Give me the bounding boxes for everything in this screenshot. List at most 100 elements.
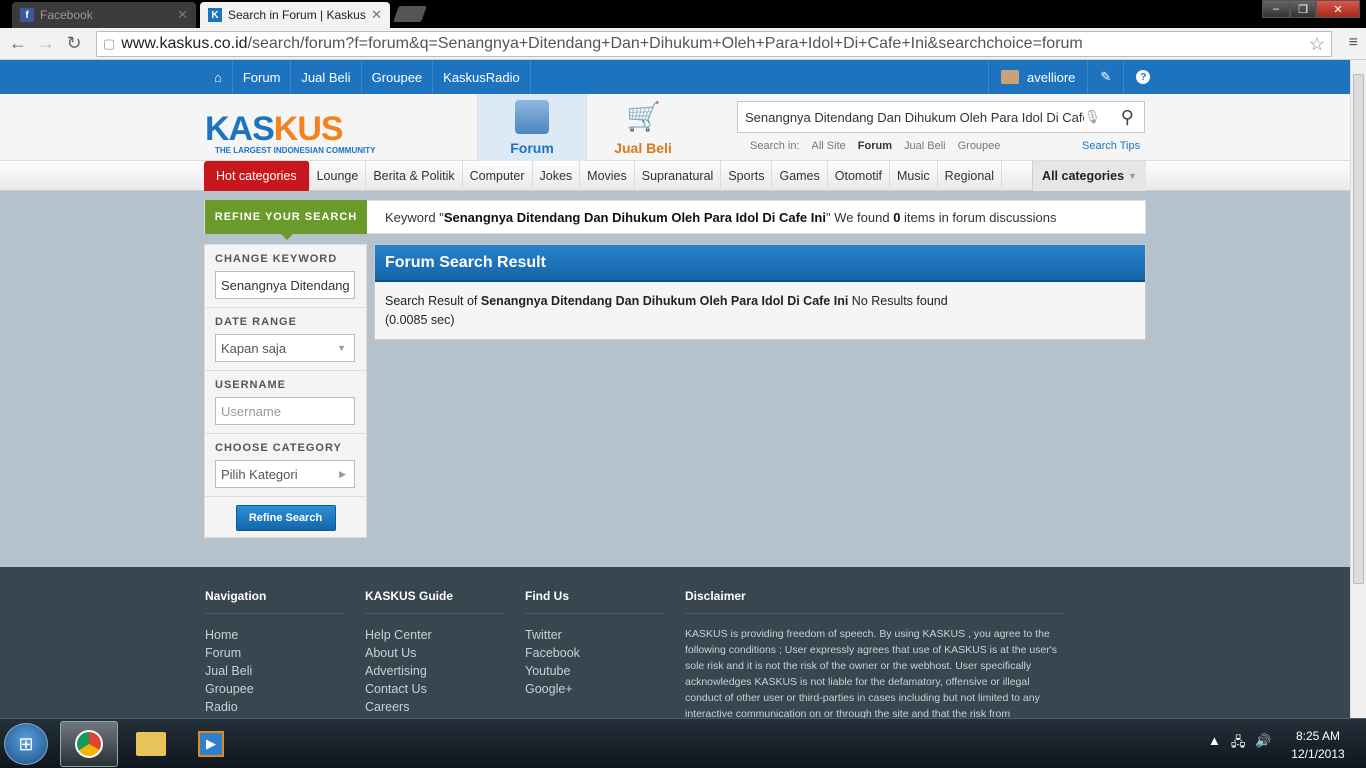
page-scrollbar[interactable] bbox=[1350, 60, 1366, 718]
category-movies[interactable]: Movies bbox=[580, 161, 635, 191]
category-sports[interactable]: Sports bbox=[721, 161, 773, 191]
category-music[interactable]: Music bbox=[890, 161, 938, 191]
results-title: Forum Search Result bbox=[375, 245, 1145, 282]
refine-bar: REFINE YOUR SEARCH Keyword "Senangnya Di… bbox=[204, 200, 1146, 240]
search-scope-all-site[interactable]: All Site bbox=[812, 140, 846, 152]
nav-groupee[interactable]: Groupee bbox=[362, 60, 434, 94]
category-games[interactable]: Games bbox=[772, 161, 828, 191]
jualbeli-section-tab[interactable]: 🛒 Jual Beli bbox=[588, 94, 698, 161]
close-window-button[interactable]: ✕ bbox=[1316, 0, 1360, 18]
footer-link-home[interactable]: Home bbox=[205, 626, 345, 644]
microphone-icon[interactable]: 🎙 bbox=[1084, 109, 1101, 125]
footer-link-help-center[interactable]: Help Center bbox=[365, 626, 505, 644]
search-scope-forum[interactable]: Forum bbox=[858, 140, 892, 152]
folder-taskbar-icon[interactable] bbox=[122, 721, 180, 767]
web-page: ⌂ Forum Jual Beli Groupee KaskusRadio av… bbox=[0, 60, 1350, 718]
search-tips-link[interactable]: Search Tips bbox=[1082, 140, 1140, 152]
kaskus-favicon-icon: K bbox=[208, 8, 222, 22]
search-icon[interactable]: ⚲ bbox=[1111, 107, 1144, 128]
footer-link-youtube[interactable]: Youtube bbox=[525, 662, 665, 680]
new-tab-button[interactable] bbox=[393, 6, 427, 22]
category-bar: Hot categories Lounge Berita & Politik C… bbox=[0, 161, 1350, 191]
facebook-icon: f bbox=[20, 8, 34, 22]
help-icon[interactable]: ? bbox=[1123, 60, 1162, 94]
volume-icon[interactable]: 🔊 bbox=[1255, 733, 1271, 755]
search-scope-jual-beli[interactable]: Jual Beli bbox=[904, 140, 946, 152]
nav-jual-beli[interactable]: Jual Beli bbox=[291, 60, 362, 94]
taskbar-clock[interactable]: 8:25 AM 12/1/2013 bbox=[1282, 727, 1354, 763]
tab-facebook[interactable]: f Facebook ✕ bbox=[12, 2, 196, 28]
windows-taskbar: ⊞ ▶ ▲ 🖧 🔊 8:25 AM 12/1/2013 bbox=[0, 718, 1366, 768]
footer-disclaimer-title: Disclaimer bbox=[685, 589, 1065, 614]
forward-icon[interactable]: → bbox=[32, 33, 60, 54]
category-lounge[interactable]: Lounge bbox=[310, 161, 367, 191]
minimize-button[interactable]: – bbox=[1262, 0, 1290, 18]
system-tray: ▲ 🖧 🔊 bbox=[1208, 733, 1272, 755]
reload-icon[interactable]: ↻ bbox=[60, 33, 88, 54]
user-menu[interactable]: avelliore bbox=[988, 60, 1087, 94]
clock-date: 12/1/2013 bbox=[1291, 747, 1345, 761]
footer-link-facebook[interactable]: Facebook bbox=[525, 644, 665, 662]
search-scope-groupee[interactable]: Groupee bbox=[958, 140, 1001, 152]
network-icon[interactable]: 🖧 bbox=[1231, 733, 1246, 755]
caret-down-icon: ▼ bbox=[1128, 171, 1137, 181]
address-bar[interactable]: ▢ www.kaskus.co.id/search/forum?f=forum&… bbox=[96, 31, 1332, 57]
footer-link-about-us[interactable]: About Us bbox=[365, 644, 505, 662]
kaskus-logo[interactable]: KASKUS THE LARGEST INDONESIAN COMMUNITY bbox=[205, 110, 375, 155]
date-range-select[interactable]: Kapan saja ▼ bbox=[215, 334, 355, 362]
forum-icon bbox=[515, 100, 549, 134]
nav-kaskusradio[interactable]: KaskusRadio bbox=[433, 60, 531, 94]
media-player-taskbar-icon[interactable]: ▶ bbox=[182, 721, 240, 767]
show-hidden-icons[interactable]: ▲ bbox=[1208, 733, 1221, 755]
keyword-input[interactable]: Senangnya Ditendang bbox=[215, 271, 355, 299]
footer-link-jual-beli[interactable]: Jual Beli bbox=[205, 662, 345, 680]
results-prefix: Search Result of bbox=[385, 294, 481, 308]
chrome-taskbar-icon[interactable] bbox=[60, 721, 118, 767]
search-input[interactable]: Senangnya Ditendang Dan Dihukum Oleh Par… bbox=[737, 101, 1145, 133]
category-berita-politik[interactable]: Berita & Politik bbox=[366, 161, 463, 191]
category-jokes[interactable]: Jokes bbox=[533, 161, 581, 191]
date-range-value: Kapan saja bbox=[221, 340, 287, 356]
category-supranatural[interactable]: Supranatural bbox=[635, 161, 722, 191]
footer-link-groupee[interactable]: Groupee bbox=[205, 680, 345, 698]
refine-search-button[interactable]: Refine Search bbox=[235, 505, 336, 531]
site-footer: Navigation Home Forum Jual Beli Groupee … bbox=[0, 567, 1350, 718]
back-icon[interactable]: ← bbox=[4, 33, 32, 54]
forum-section-tab[interactable]: Forum bbox=[477, 94, 587, 161]
username-title: USERNAME bbox=[215, 379, 286, 391]
all-categories-dropdown[interactable]: All categories ▼ bbox=[1032, 161, 1146, 191]
footer-link-twitter[interactable]: Twitter bbox=[525, 626, 665, 644]
tab-label: Search in Forum | Kaskus bbox=[228, 8, 366, 22]
keyword-suffix: items in forum discussions bbox=[900, 209, 1057, 225]
maximize-button[interactable]: ❐ bbox=[1290, 0, 1316, 18]
nav-forum[interactable]: Forum bbox=[233, 60, 292, 94]
footer-link-careers[interactable]: Careers bbox=[365, 698, 505, 716]
category-select[interactable]: Pilih Kategori ▶ bbox=[215, 460, 355, 488]
pencil-icon[interactable]: ✎ bbox=[1087, 60, 1123, 94]
keyword-prefix: Keyword " bbox=[385, 209, 444, 225]
scrollbar-thumb[interactable] bbox=[1353, 74, 1364, 584]
close-icon[interactable]: ✕ bbox=[177, 7, 188, 23]
close-icon[interactable]: ✕ bbox=[371, 7, 382, 23]
category-value: Pilih Kategori bbox=[221, 466, 298, 482]
footer-link-google-plus[interactable]: Google+ bbox=[525, 680, 665, 698]
footer-link-advertising[interactable]: Advertising bbox=[365, 662, 505, 680]
category-computer[interactable]: Computer bbox=[463, 161, 533, 191]
tab-kaskus[interactable]: K Search in Forum | Kaskus ✕ bbox=[200, 2, 390, 28]
username-input[interactable]: Username bbox=[215, 397, 355, 425]
footer-link-contact-us[interactable]: Contact Us bbox=[365, 680, 505, 698]
category-regional[interactable]: Regional bbox=[938, 161, 1003, 191]
menu-icon[interactable]: ≡ bbox=[1349, 34, 1358, 52]
category-otomotif[interactable]: Otomotif bbox=[828, 161, 891, 191]
home-icon[interactable]: ⌂ bbox=[204, 60, 233, 94]
footer-link-radio[interactable]: Radio bbox=[205, 698, 345, 716]
clock-time: 8:25 AM bbox=[1295, 729, 1341, 743]
start-button[interactable]: ⊞ bbox=[4, 723, 48, 765]
hot-categories[interactable]: Hot categories bbox=[204, 161, 310, 191]
footer-findus-title: Find Us bbox=[525, 589, 665, 614]
bookmark-star-icon[interactable]: ☆ bbox=[1309, 34, 1325, 55]
caret-down-icon: ▼ bbox=[337, 343, 346, 353]
footer-disclaimer: Disclaimer KASKUS is providing freedom o… bbox=[685, 589, 1065, 718]
forum-tab-label: Forum bbox=[510, 140, 554, 156]
footer-link-forum[interactable]: Forum bbox=[205, 644, 345, 662]
